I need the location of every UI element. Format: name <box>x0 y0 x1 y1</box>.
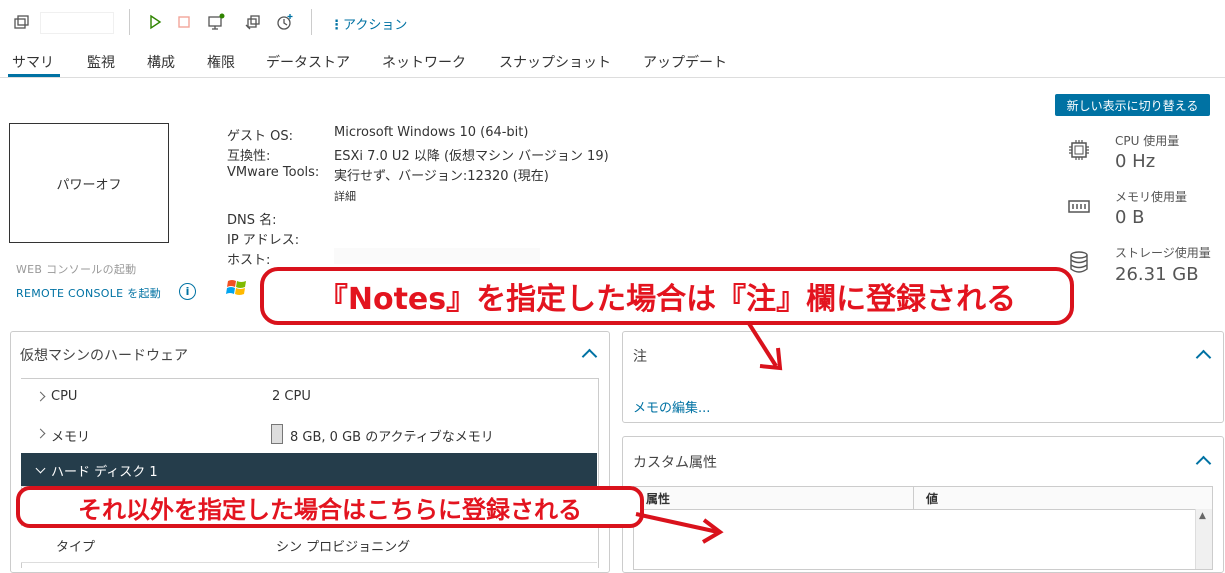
annotation-arrows <box>635 320 783 544</box>
arrow-to-notes <box>746 320 778 368</box>
